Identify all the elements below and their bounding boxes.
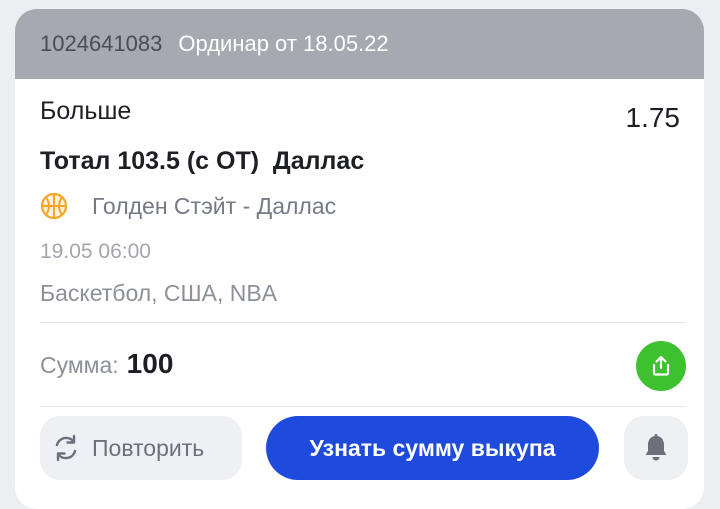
repeat-icon bbox=[55, 434, 77, 462]
buyout-button[interactable]: Узнать сумму выкупа bbox=[266, 416, 599, 480]
event-name: Голден Стэйт - Даллас bbox=[92, 192, 337, 219]
basketball-icon bbox=[40, 192, 68, 220]
share-icon bbox=[652, 355, 670, 376]
bell-icon bbox=[645, 434, 667, 461]
divider bbox=[40, 406, 686, 407]
bet-outcome: Больше bbox=[40, 97, 132, 125]
bet-card: 1024641083 Ординар от 18.05.22 Больше 1.… bbox=[15, 9, 704, 509]
bet-odds: 1.75 bbox=[625, 102, 681, 133]
divider bbox=[40, 322, 686, 323]
event-row: Голден Стэйт - Даллас bbox=[40, 192, 336, 220]
league-info: Баскетбол, США, NBA bbox=[40, 280, 278, 306]
bet-market: Тотал 103.5 (с ОТ) Даллас bbox=[40, 147, 365, 175]
repeat-button-label: Повторить bbox=[92, 434, 205, 461]
bet-card-header: 1024641083 Ординар от 18.05.22 bbox=[15, 9, 704, 79]
bet-type: Ординар от 18.05.22 bbox=[178, 31, 389, 56]
event-time: 19.05 06:00 bbox=[40, 240, 151, 263]
sum-row: Сумма: 100 bbox=[40, 348, 173, 380]
notify-button[interactable] bbox=[624, 416, 688, 480]
repeat-button[interactable]: Повторить bbox=[40, 416, 242, 480]
sum-label: Сумма: bbox=[40, 352, 119, 378]
share-button[interactable] bbox=[636, 341, 686, 391]
sum-value: 100 bbox=[126, 348, 174, 379]
bet-id: 1024641083 bbox=[40, 31, 163, 56]
